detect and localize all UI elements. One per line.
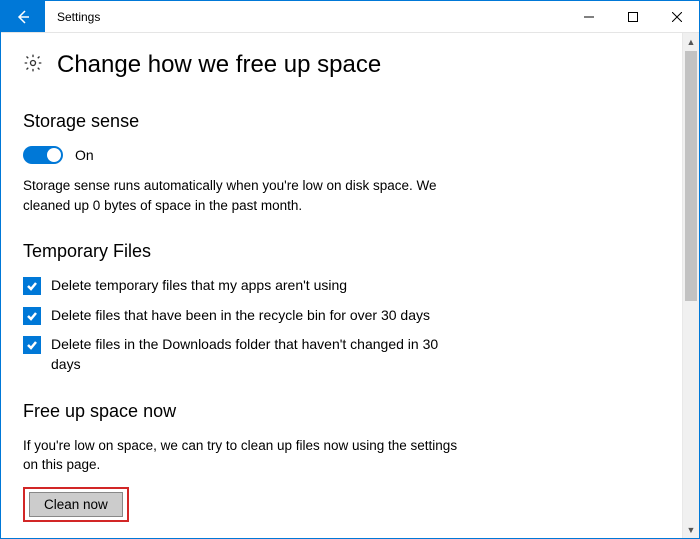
content-area: Change how we free up space Storage sens…: [1, 33, 682, 538]
free-up-heading: Free up space now: [23, 401, 463, 422]
temp-option-label: Delete temporary files that my apps aren…: [51, 276, 347, 296]
toggle-state-label: On: [75, 147, 94, 163]
minimize-button[interactable]: [567, 1, 611, 32]
highlight-box: Clean now: [23, 487, 129, 522]
clean-now-button[interactable]: Clean now: [29, 492, 123, 517]
free-up-description: If you're low on space, we can try to cl…: [23, 436, 463, 475]
window-title: Settings: [45, 1, 567, 32]
page-title: Change how we free up space: [57, 51, 381, 79]
scroll-down-arrow-icon[interactable]: ▼: [683, 521, 699, 538]
checkbox-temp-apps[interactable]: [23, 277, 41, 295]
check-icon: [26, 339, 38, 351]
temp-files-heading: Temporary Files: [23, 241, 463, 262]
temp-option-1: Delete temporary files that my apps aren…: [23, 276, 463, 296]
temp-option-label: Delete files that have been in the recyc…: [51, 306, 430, 326]
temp-option-2: Delete files that have been in the recyc…: [23, 306, 463, 326]
storage-sense-section: Storage sense On Storage sense runs auto…: [23, 111, 463, 215]
free-up-section: Free up space now If you're low on space…: [23, 401, 463, 522]
temp-option-label: Delete files in the Downloads folder tha…: [51, 335, 463, 374]
scroll-thumb[interactable]: [685, 51, 697, 301]
temp-files-section: Temporary Files Delete temporary files t…: [23, 241, 463, 374]
storage-sense-toggle[interactable]: [23, 146, 63, 164]
storage-sense-description: Storage sense runs automatically when yo…: [23, 176, 463, 215]
minimize-icon: [584, 12, 594, 22]
maximize-icon: [628, 12, 638, 22]
gear-icon: [23, 53, 43, 78]
maximize-button[interactable]: [611, 1, 655, 32]
arrow-left-icon: [15, 9, 31, 25]
temp-option-3: Delete files in the Downloads folder tha…: [23, 335, 463, 374]
storage-sense-heading: Storage sense: [23, 111, 463, 132]
page-header: Change how we free up space: [23, 51, 658, 79]
back-button[interactable]: [1, 1, 45, 32]
checkbox-recycle-bin[interactable]: [23, 307, 41, 325]
vertical-scrollbar[interactable]: ▲ ▼: [682, 33, 699, 538]
window-controls: [567, 1, 699, 32]
scroll-up-arrow-icon[interactable]: ▲: [683, 33, 699, 50]
checkbox-downloads[interactable]: [23, 336, 41, 354]
toggle-knob: [47, 148, 61, 162]
check-icon: [26, 310, 38, 322]
check-icon: [26, 280, 38, 292]
titlebar: Settings: [1, 1, 699, 33]
close-icon: [672, 12, 682, 22]
close-button[interactable]: [655, 1, 699, 32]
